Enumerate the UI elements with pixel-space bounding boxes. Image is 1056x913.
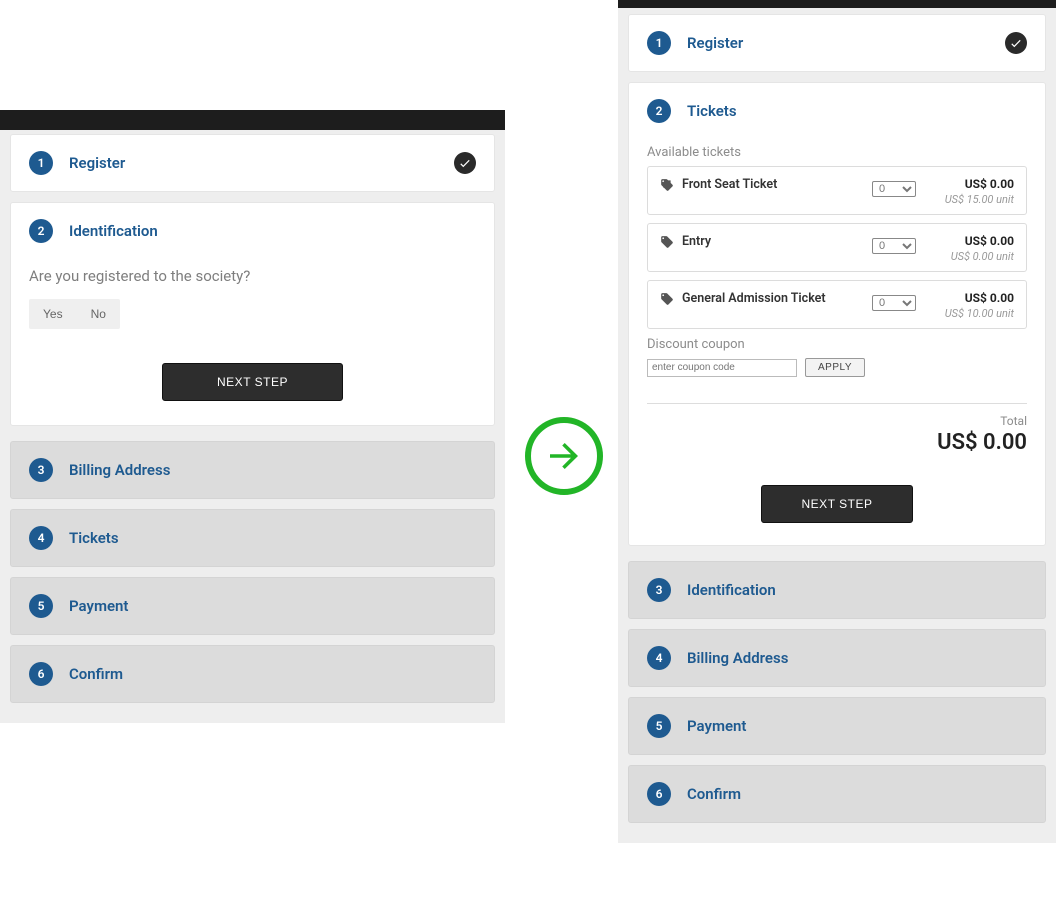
step-register: 1 Register	[10, 134, 495, 192]
step-billing-address[interactable]: 3 Billing Address	[10, 441, 495, 499]
checkmark-icon	[454, 152, 476, 174]
transition-arrow-icon	[525, 417, 605, 497]
step-title: Tickets	[687, 102, 737, 120]
ticket-row-general-admission: General Admission Ticket 0 US$ 0.00 US$ …	[647, 280, 1027, 329]
step-title: Payment	[69, 597, 128, 615]
ticket-unit-price: US$ 0.00 unit	[934, 250, 1014, 263]
quantity-select[interactable]: 0	[872, 295, 916, 311]
step-number-badge: 1	[29, 151, 53, 175]
ticket-row-entry: Entry 0 US$ 0.00 US$ 0.00 unit	[647, 223, 1027, 272]
ticket-icon	[660, 235, 674, 249]
step-title: Register	[69, 154, 125, 172]
quantity-select[interactable]: 0	[872, 181, 916, 197]
total-label: Total	[647, 414, 1027, 428]
step-title: Confirm	[69, 665, 123, 683]
step-title: Billing Address	[687, 649, 788, 667]
right-flow-panel: 1 Register 2 Tickets Available tickets F…	[618, 0, 1056, 843]
ticket-price: US$ 0.00	[934, 291, 1014, 305]
step-register: 1 Register	[628, 14, 1046, 72]
ticket-name: Front Seat Ticket	[682, 177, 777, 192]
step-title: Identification	[69, 222, 158, 240]
left-flow-panel: 1 Register 2 Identification Are you regi…	[0, 110, 505, 723]
step-title: Identification	[687, 581, 776, 599]
step-number-badge: 1	[647, 31, 671, 55]
step-number-badge: 2	[29, 219, 53, 243]
ticket-icon	[660, 178, 674, 192]
apply-button[interactable]: APPLY	[805, 358, 865, 377]
step-tickets[interactable]: 4 Tickets	[10, 509, 495, 567]
ticket-unit-price: US$ 15.00 unit	[934, 193, 1014, 206]
ticket-name: General Admission Ticket	[682, 291, 826, 306]
divider	[647, 403, 1027, 404]
step-billing-address[interactable]: 4 Billing Address	[628, 629, 1046, 687]
step-title: Register	[687, 34, 743, 52]
yes-no-toggle: Yes No	[29, 299, 120, 329]
available-tickets-label: Available tickets	[647, 145, 1027, 160]
step-title: Payment	[687, 717, 746, 735]
ticket-price: US$ 0.00	[934, 234, 1014, 248]
step-number-badge: 5	[647, 714, 671, 738]
coupon-code-input[interactable]	[647, 359, 797, 377]
step-title: Tickets	[69, 529, 119, 547]
ticket-price: US$ 0.00	[934, 177, 1014, 191]
step-number-badge: 4	[29, 526, 53, 550]
ticket-icon	[660, 292, 674, 306]
step-number-badge: 3	[29, 458, 53, 482]
step-number-badge: 2	[647, 99, 671, 123]
next-step-button[interactable]: NEXT STEP	[761, 485, 914, 523]
step-number-badge: 5	[29, 594, 53, 618]
step-payment[interactable]: 5 Payment	[10, 577, 495, 635]
step-identification[interactable]: 3 Identification	[628, 561, 1046, 619]
ticket-unit-price: US$ 10.00 unit	[934, 307, 1014, 320]
discount-coupon-label: Discount coupon	[647, 337, 1027, 352]
ticket-row-front-seat: Front Seat Ticket 0 US$ 0.00 US$ 15.00 u…	[647, 166, 1027, 215]
step-title: Billing Address	[69, 461, 170, 479]
total-amount: US$ 0.00	[647, 430, 1027, 455]
quantity-select[interactable]: 0	[872, 238, 916, 254]
ticket-name: Entry	[682, 234, 711, 249]
step-number-badge: 4	[647, 646, 671, 670]
no-button[interactable]: No	[77, 299, 120, 329]
step-number-badge: 3	[647, 578, 671, 602]
step-number-badge: 6	[29, 662, 53, 686]
step-identification: 2 Identification Are you registered to t…	[10, 202, 495, 426]
window-topbar	[0, 110, 505, 130]
step-payment[interactable]: 5 Payment	[628, 697, 1046, 755]
step-confirm[interactable]: 6 Confirm	[628, 765, 1046, 823]
step-title: Confirm	[687, 785, 741, 803]
step-tickets: 2 Tickets Available tickets Front Seat T…	[628, 82, 1046, 546]
window-topbar	[618, 0, 1056, 8]
yes-button[interactable]: Yes	[29, 299, 77, 329]
question-text: Are you registered to the society?	[29, 267, 476, 285]
checkmark-icon	[1005, 32, 1027, 54]
step-confirm[interactable]: 6 Confirm	[10, 645, 495, 703]
step-number-badge: 6	[647, 782, 671, 806]
next-step-button[interactable]: NEXT STEP	[162, 363, 343, 401]
